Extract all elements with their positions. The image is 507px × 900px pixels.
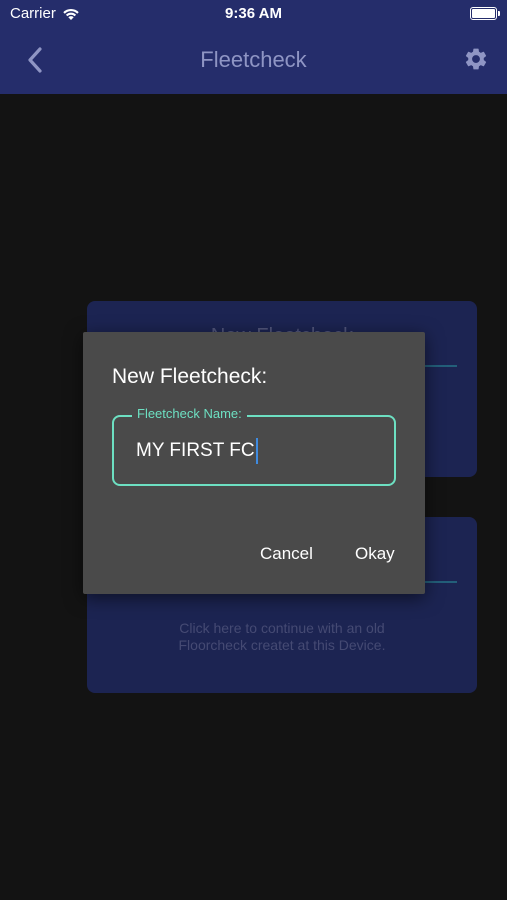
page-title: Fleetcheck — [200, 47, 307, 72]
settings-button[interactable] — [461, 44, 491, 74]
fleetcheck-name-field[interactable]: Fleetcheck Name: — [112, 406, 396, 486]
cancel-button[interactable]: Cancel — [260, 544, 313, 564]
gear-icon — [465, 48, 487, 70]
okay-button[interactable]: Okay — [355, 544, 395, 564]
battery-icon — [470, 7, 500, 20]
field-label: Fleetcheck Name: — [132, 406, 247, 421]
battery-level — [472, 9, 495, 18]
new-fleetcheck-dialog: New Fleetcheck: Fleetcheck Name: Cancel … — [83, 332, 425, 594]
status-bar: Carrier 9:36 AM — [0, 0, 507, 28]
text-cursor — [256, 438, 258, 464]
navigation-bar: Fleetcheck — [0, 28, 507, 94]
status-time: 9:36 AM — [225, 5, 282, 22]
dialog-title: New Fleetcheck: — [112, 365, 268, 388]
battery-tip — [498, 11, 500, 16]
app-header: Carrier 9:36 AM Fleetcheck — [0, 0, 507, 94]
